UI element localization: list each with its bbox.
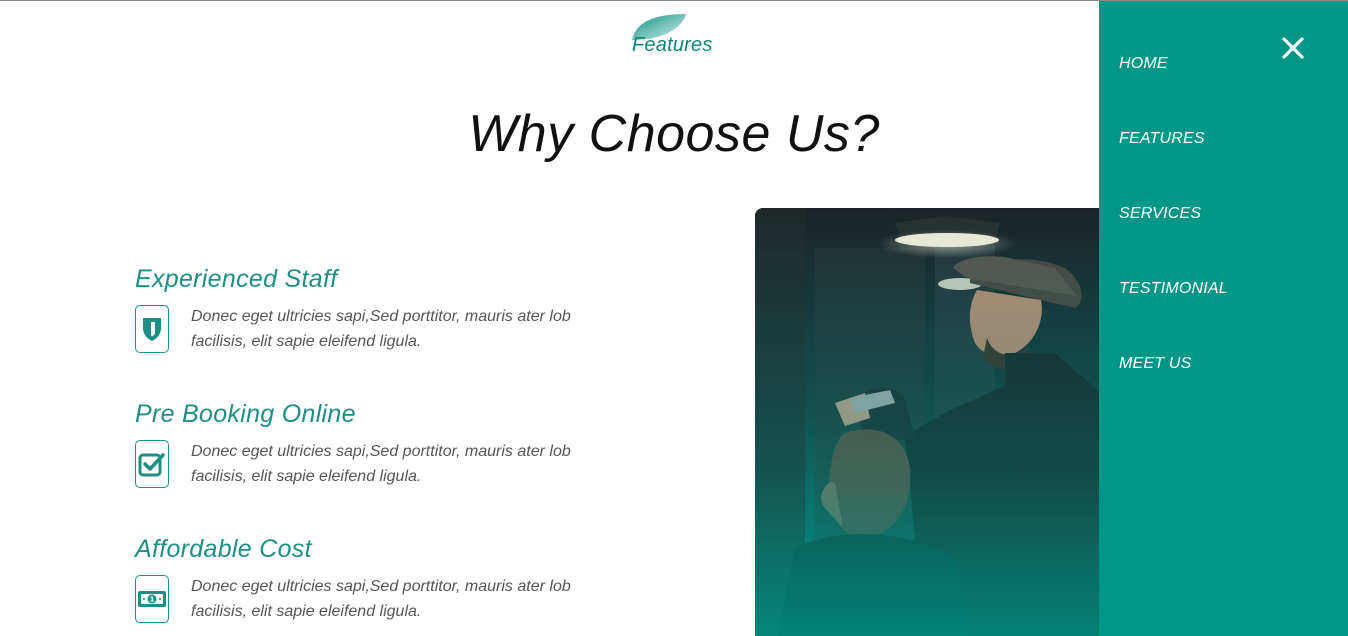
section-tag-label: Features <box>632 34 713 56</box>
feature-description: Donec eget ultricies sapi,Sed porttitor,… <box>191 578 571 620</box>
shield-icon <box>135 305 169 353</box>
nav-item-testimonial[interactable]: TESTIMONIAL <box>1119 280 1228 298</box>
feature-description: Donec eget ultricies sapi,Sed porttitor,… <box>191 443 571 485</box>
nav-item-home[interactable]: HOME <box>1119 55 1168 73</box>
feature-item: Experienced Staff Donec eget ultricies s… <box>135 265 655 354</box>
barber-photo <box>755 208 1115 636</box>
feature-description: Donec eget ultricies sapi,Sed porttitor,… <box>191 308 571 350</box>
feature-item: Pre Booking Online Donec eget ultricies … <box>135 400 655 489</box>
feature-title: Affordable Cost <box>135 535 312 563</box>
svg-text:1: 1 <box>150 596 155 604</box>
feature-title: Experienced Staff <box>135 265 338 293</box>
section-tag: Features <box>626 12 726 58</box>
side-navigation: HOME FEATURES SERVICES TESTIMONIAL MEET … <box>1099 1 1348 636</box>
nav-item-services[interactable]: SERVICES <box>1119 205 1201 223</box>
page: Features Why Choose Us? Experienced Staf… <box>0 0 1348 636</box>
nav-item-meet-us[interactable]: MEET US <box>1119 355 1192 373</box>
feature-item: Affordable Cost 1 Donec eget ultricies s… <box>135 535 655 624</box>
close-icon[interactable] <box>1279 34 1307 62</box>
nav-item-features[interactable]: FEATURES <box>1119 130 1205 148</box>
feature-title: Pre Booking Online <box>135 400 356 428</box>
money-icon: 1 <box>135 575 169 623</box>
checkbox-icon <box>135 440 169 488</box>
